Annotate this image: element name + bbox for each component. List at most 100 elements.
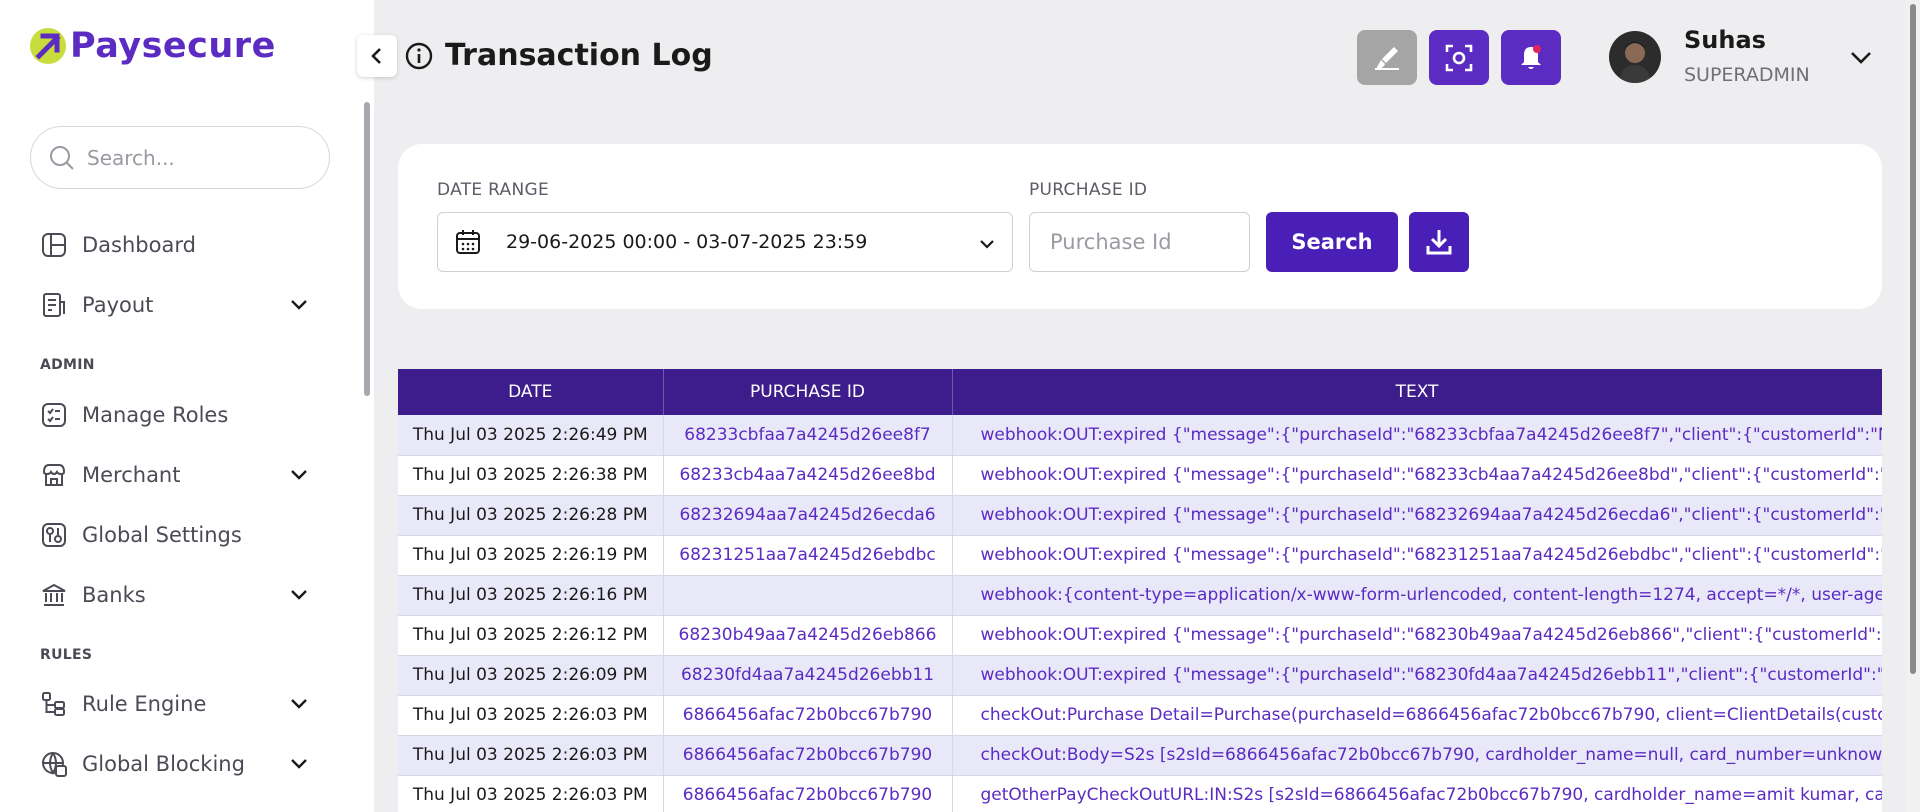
cell-text: webhook:OUT:expired {"message":{"purchas…: [952, 535, 1882, 576]
cell-text: webhook:OUT:expired {"message":{"purchas…: [952, 415, 1882, 456]
brand-logo[interactable]: Paysecure: [30, 26, 276, 66]
sidebar-item-banks[interactable]: Banks: [40, 575, 310, 615]
download-icon: [1426, 230, 1452, 255]
transaction-log-table: DATE PURCHASE ID TEXT Thu Jul 03 2025 2:…: [398, 369, 1882, 812]
sidebar-search-placeholder: Search...: [87, 145, 175, 170]
user-name: Suhas: [1684, 26, 1766, 54]
bank-icon: [40, 581, 68, 609]
chevron-down-icon: [980, 240, 994, 249]
cell-purchase-id[interactable]: 68232694aa7a4245d26ecda6: [663, 495, 953, 536]
cell-purchase-id[interactable]: 68233cb4aa7a4245d26ee8bd: [663, 455, 953, 496]
purchase-id-label: PURCHASE ID: [1029, 180, 1148, 200]
sidebar-item-global-blocking[interactable]: Global Blocking: [40, 744, 310, 784]
sidebar-scrollbar[interactable]: [364, 102, 370, 396]
cell-purchase-id[interactable]: 68233cbfaa7a4245d26ee8f7: [663, 415, 953, 456]
info-icon[interactable]: [405, 42, 433, 70]
cell-date: Thu Jul 03 2025 2:26:19 PM: [398, 535, 664, 576]
sidebar-item-merchant[interactable]: Merchant: [40, 455, 310, 495]
sidebar-item-label: Global Blocking: [82, 752, 245, 776]
calendar-icon: [456, 230, 480, 254]
cell-purchase-id[interactable]: 6866456afac72b0bcc67b790: [663, 735, 953, 776]
sidebar-item-global-settings[interactable]: Global Settings: [40, 515, 310, 555]
user-menu-chevron-icon[interactable]: [1848, 44, 1874, 70]
sidebar-item-label: Payout: [82, 293, 154, 317]
brand-name: Paysecure: [70, 26, 276, 66]
cell-purchase-id[interactable]: 68230fd4aa7a4245d26ebb11: [663, 655, 953, 696]
cell-date: Thu Jul 03 2025 2:26:09 PM: [398, 655, 664, 696]
cell-purchase-id[interactable]: 6866456afac72b0bcc67b790: [663, 695, 953, 736]
sidebar-item-manage-roles[interactable]: Manage Roles: [40, 395, 310, 435]
dashboard-icon: [40, 231, 68, 259]
cell-text: getOtherPayCheckOutURL:IN:S2s [s2sId=686…: [952, 775, 1882, 812]
cell-date: Thu Jul 03 2025 2:26:38 PM: [398, 455, 664, 496]
table-row[interactable]: Thu Jul 03 2025 2:26:09 PM 68230fd4aa7a42…: [398, 655, 1882, 696]
scan-icon: [1445, 44, 1473, 71]
cell-date: Thu Jul 03 2025 2:26:28 PM: [398, 495, 664, 536]
sidebar-item-label: Banks: [82, 583, 146, 607]
collapse-sidebar-button[interactable]: [357, 35, 397, 77]
date-range-picker[interactable]: 29-06-2025 00:00 - 03-07-2025 23:59: [437, 212, 1013, 272]
cell-date: Thu Jul 03 2025 2:26:03 PM: [398, 695, 664, 736]
sidebar-item-rule-engine[interactable]: Rule Engine: [40, 684, 310, 724]
column-header-date[interactable]: DATE: [398, 369, 664, 415]
table-row[interactable]: Thu Jul 03 2025 2:26:03 PM 6866456afac72b…: [398, 775, 1882, 812]
scan-button[interactable]: [1429, 30, 1489, 85]
page-title: Transaction Log: [445, 38, 713, 73]
chevron-down-icon: [291, 759, 307, 769]
cell-text: checkOut:Body=S2s [s2sId=6866456afac72b0…: [952, 735, 1882, 776]
cell-text: webhook:OUT:expired {"message":{"purchas…: [952, 615, 1882, 656]
cell-purchase-id[interactable]: 6866456afac72b0bcc67b790: [663, 775, 953, 812]
paysecure-logo-icon: [30, 28, 66, 64]
user-role: SUPERADMIN: [1684, 64, 1810, 86]
search-icon: [50, 145, 74, 170]
sidebar-search-input[interactable]: Search...: [30, 126, 330, 189]
table-row[interactable]: Thu Jul 03 2025 2:26:03 PM 6866456afac72b…: [398, 735, 1882, 776]
purchase-id-input[interactable]: [1029, 212, 1250, 272]
cell-date: Thu Jul 03 2025 2:26:49 PM: [398, 415, 664, 456]
receipt-icon: [40, 291, 68, 319]
sidebar-item-dashboard[interactable]: Dashboard: [40, 225, 310, 265]
column-header-purchase-id[interactable]: PURCHASE ID: [663, 369, 953, 415]
table-row[interactable]: Thu Jul 03 2025 2:26:49 PM 68233cbfaa7a42…: [398, 415, 1882, 456]
cell-date: Thu Jul 03 2025 2:26:16 PM: [398, 575, 664, 616]
table-row[interactable]: Thu Jul 03 2025 2:26:19 PM 68231251aa7a42…: [398, 535, 1882, 576]
cell-text: webhook:OUT:expired {"message":{"purchas…: [952, 455, 1882, 496]
notifications-button[interactable]: [1501, 30, 1561, 85]
sidebar-item-label: Rule Engine: [82, 692, 207, 716]
table-row[interactable]: Thu Jul 03 2025 2:26:38 PM 68233cb4aa7a42…: [398, 455, 1882, 496]
clear-cache-button[interactable]: [1357, 30, 1417, 85]
settings-sliders-icon: [40, 521, 68, 549]
page-scrollbar-thumb[interactable]: [1910, 4, 1916, 674]
cell-purchase-id[interactable]: 68231251aa7a4245d26ebdbc: [663, 535, 953, 576]
table-row[interactable]: Thu Jul 03 2025 2:26:12 PM 68230b49aa7a42…: [398, 615, 1882, 656]
sidebar: Paysecure Search... Dashboard Payout ADM…: [0, 0, 374, 812]
avatar[interactable]: [1609, 31, 1661, 83]
download-button[interactable]: [1409, 212, 1469, 272]
table-row[interactable]: Thu Jul 03 2025 2:26:28 PM 68232694aa7a42…: [398, 495, 1882, 536]
chevron-down-icon: [291, 300, 307, 310]
table-header-row: DATE PURCHASE ID TEXT: [398, 369, 1882, 415]
chevron-left-icon: [371, 48, 381, 64]
filter-panel: DATE RANGE PURCHASE ID 29-06-2025 00:00 …: [398, 144, 1882, 309]
sidebar-item-label: Global Settings: [82, 523, 242, 547]
chevron-down-icon: [291, 590, 307, 600]
cell-purchase-id[interactable]: 68230b49aa7a4245d26eb866: [663, 615, 953, 656]
sidebar-item-label: Dashboard: [82, 233, 196, 257]
brush-icon: [1375, 46, 1399, 70]
section-label-rules: RULES: [40, 647, 93, 663]
search-button[interactable]: Search: [1266, 212, 1398, 272]
sidebar-item-label: Manage Roles: [82, 403, 229, 427]
cell-text: checkOut:Purchase Detail=Purchase(purcha…: [952, 695, 1882, 736]
cell-date: Thu Jul 03 2025 2:26:03 PM: [398, 775, 664, 812]
cell-text: webhook:{content-type=application/x-www-…: [952, 575, 1882, 616]
checklist-icon: [40, 401, 68, 429]
column-header-text[interactable]: TEXT: [952, 369, 1882, 415]
date-range-value: 29-06-2025 00:00 - 03-07-2025 23:59: [506, 231, 868, 253]
cell-text: webhook:OUT:expired {"message":{"purchas…: [952, 495, 1882, 536]
table-row[interactable]: Thu Jul 03 2025 2:26:16 PM webhook:{conte…: [398, 575, 1882, 616]
table-row[interactable]: Thu Jul 03 2025 2:26:03 PM 6866456afac72b…: [398, 695, 1882, 736]
sidebar-item-payout[interactable]: Payout: [40, 285, 310, 325]
date-range-label: DATE RANGE: [437, 180, 550, 200]
cell-purchase-id[interactable]: [663, 575, 953, 616]
rule-engine-icon: [40, 690, 68, 718]
